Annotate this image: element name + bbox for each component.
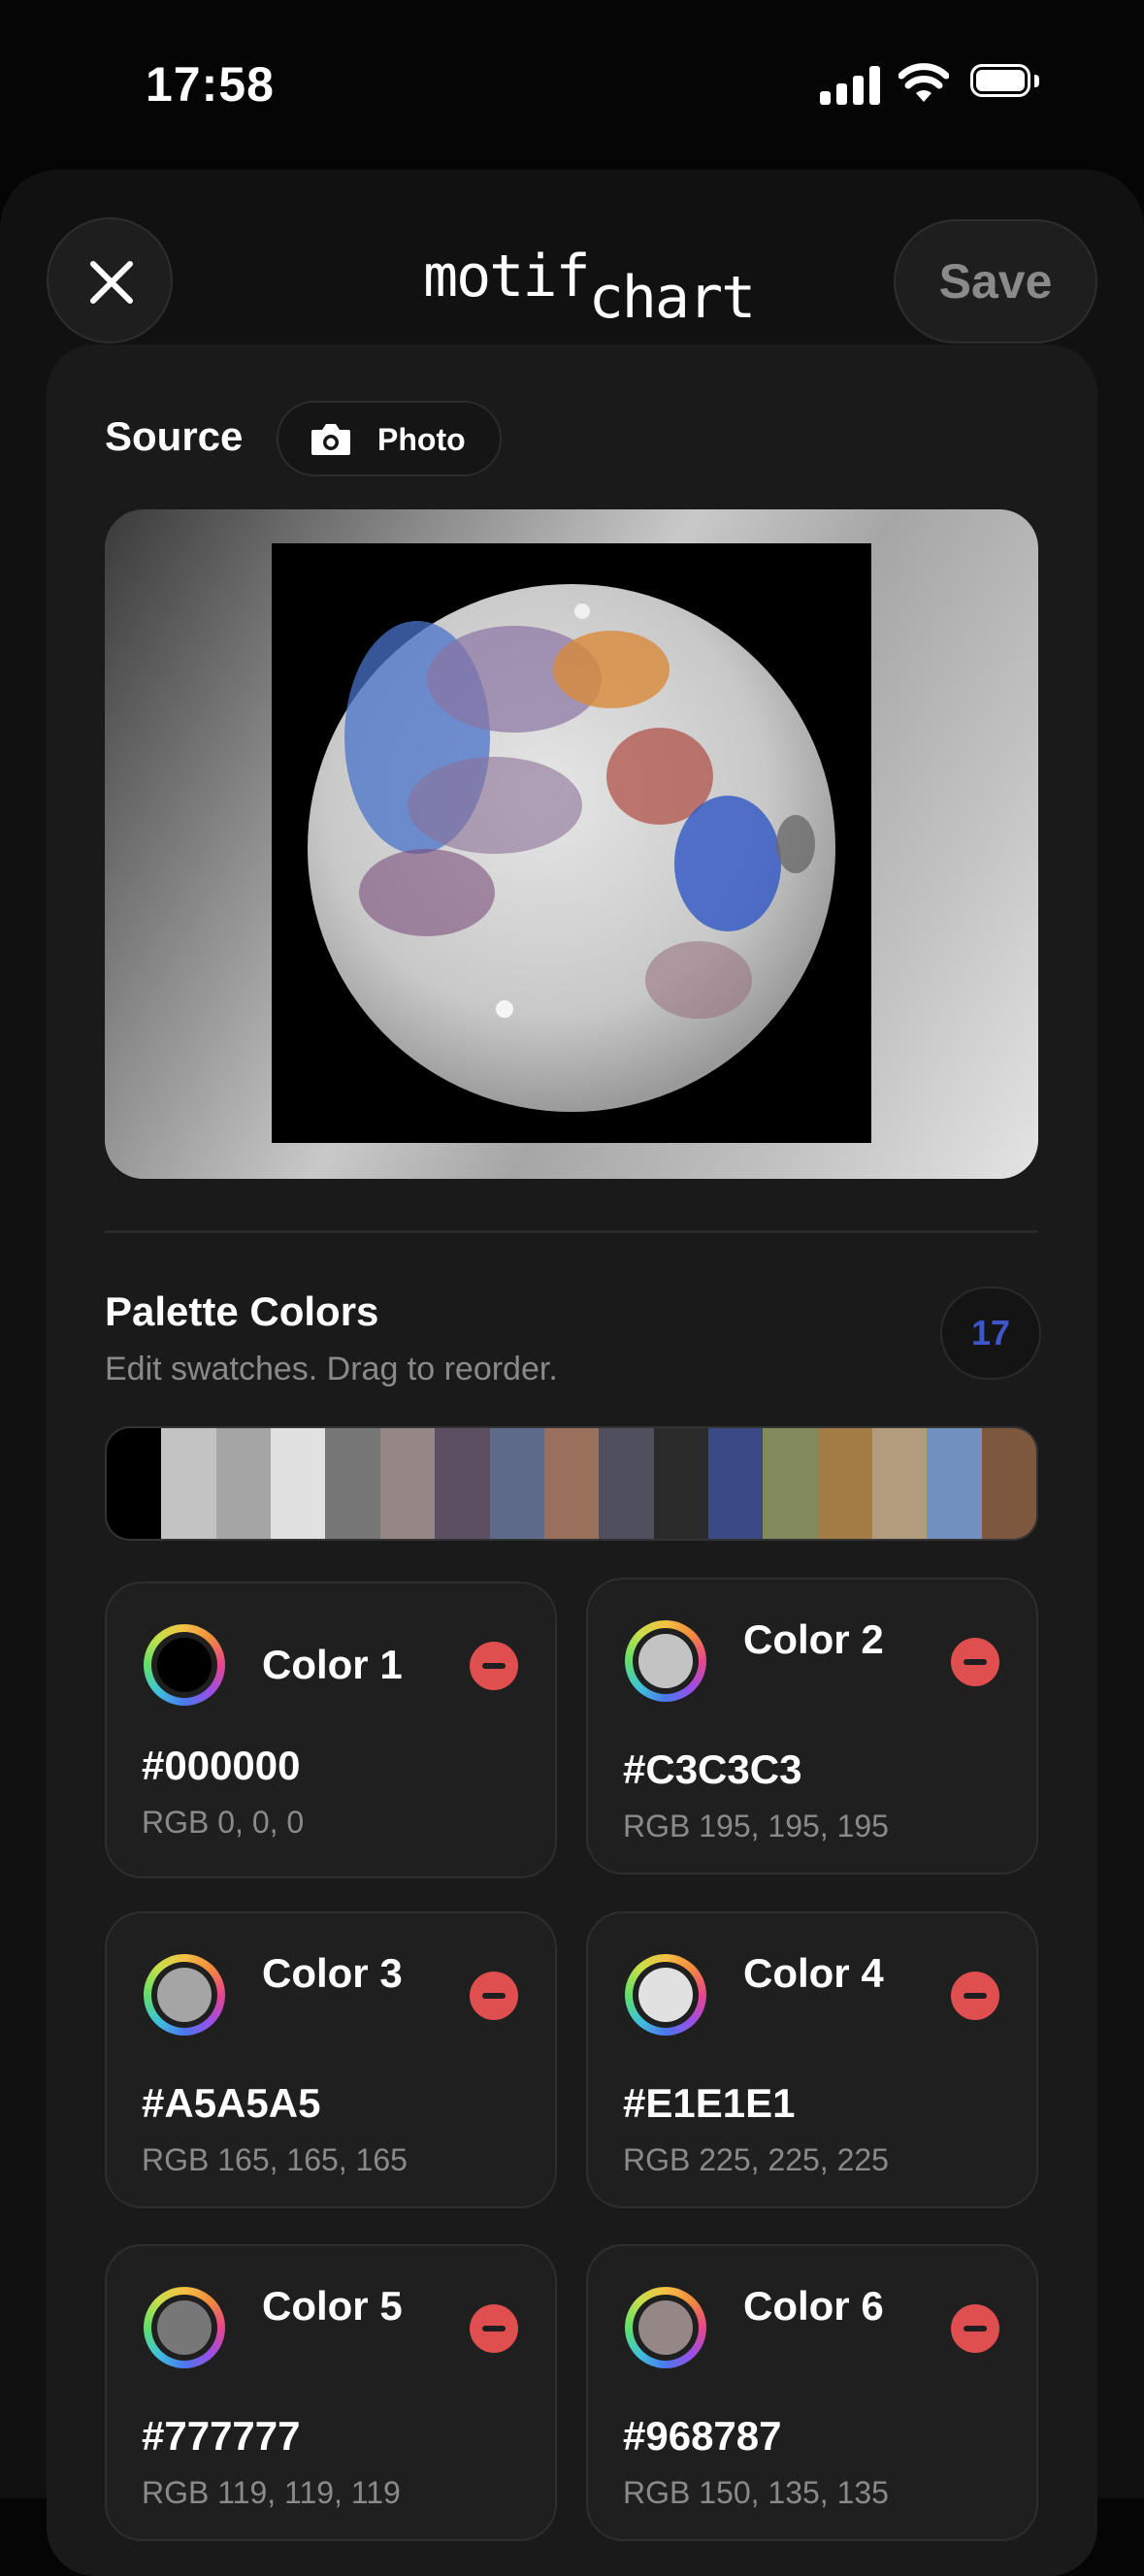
color-card[interactable]: Color 1 #000000 RGB 0, 0, 0 <box>105 1581 557 1878</box>
color-name: Color 2 <box>743 1616 884 1662</box>
remove-color-button[interactable] <box>470 2304 518 2353</box>
color-wheel-icon[interactable] <box>144 2287 225 2368</box>
color-rgb: RGB 165, 165, 165 <box>142 2142 408 2177</box>
palette-title: Palette Colors <box>105 1288 379 1334</box>
color-hex[interactable]: #968787 <box>623 2413 782 2460</box>
palette-swatch-7[interactable] <box>435 1428 490 1539</box>
color-hex[interactable]: #E1E1E1 <box>623 2080 795 2127</box>
color-card[interactable]: Color 2 #C3C3C3 RGB 195, 195, 195 <box>586 1578 1038 1875</box>
remove-color-button[interactable] <box>951 1972 999 2020</box>
color-swatch-dot <box>157 2300 212 2355</box>
remove-color-button[interactable] <box>951 1638 999 1686</box>
remove-color-button[interactable] <box>470 1972 518 2020</box>
remove-color-button[interactable] <box>470 1642 518 1690</box>
palette-swatch-15[interactable] <box>872 1428 928 1539</box>
color-name: Color 4 <box>743 1950 884 1996</box>
palette-strip[interactable] <box>105 1426 1038 1541</box>
palette-count-badge: 17 <box>940 1287 1041 1380</box>
color-name: Color 1 <box>262 1642 403 1687</box>
color-hex[interactable]: #A5A5A5 <box>142 2080 320 2127</box>
color-name: Color 6 <box>743 2283 884 2329</box>
color-swatch-dot <box>638 1634 693 1688</box>
color-wheel-icon[interactable] <box>144 1624 225 1706</box>
battery-icon <box>970 64 1040 101</box>
palette-swatch-1[interactable] <box>107 1428 162 1539</box>
color-swatch-dot <box>638 1968 693 2022</box>
close-icon <box>90 261 133 304</box>
source-label: Source <box>105 413 244 459</box>
color-card[interactable]: Color 6 #968787 RGB 150, 135, 135 <box>586 2244 1038 2541</box>
status-time: 17:58 <box>146 57 275 112</box>
color-hex[interactable]: #777777 <box>142 2413 301 2460</box>
color-name: Color 3 <box>262 1950 403 1996</box>
color-rgb: RGB 150, 135, 135 <box>623 2475 889 2510</box>
color-swatch-dot <box>157 1638 212 1692</box>
color-hex[interactable]: #C3C3C3 <box>623 1746 801 1793</box>
color-card[interactable]: Color 3 #A5A5A5 RGB 165, 165, 165 <box>105 1911 557 2208</box>
section-divider <box>105 1230 1038 1233</box>
close-button[interactable] <box>47 217 173 343</box>
color-rgb: RGB 195, 195, 195 <box>623 1809 889 1843</box>
color-rgb: RGB 0, 0, 0 <box>142 1805 305 1840</box>
photo-source-chip[interactable]: Photo <box>277 401 502 476</box>
palette-swatch-3[interactable] <box>215 1428 272 1539</box>
camera-icon <box>311 424 350 455</box>
color-swatch-dot <box>638 2300 693 2355</box>
app-logo: motifchart <box>423 243 756 332</box>
color-wheel-icon[interactable] <box>625 1620 706 1702</box>
palette-swatch-6[interactable] <box>379 1428 436 1539</box>
palette-swatch-13[interactable] <box>763 1428 818 1539</box>
logo-sub-text: chart <box>588 264 757 332</box>
color-swatch-dot <box>157 1968 212 2022</box>
palette-swatch-10[interactable] <box>599 1428 654 1539</box>
palette-swatch-9[interactable] <box>543 1428 600 1539</box>
cellular-signal-icon <box>820 66 880 105</box>
color-wheel-icon[interactable] <box>625 2287 706 2368</box>
status-bar: 17:58 <box>0 0 1144 165</box>
logo-main-text: motif <box>423 243 591 310</box>
color-card[interactable]: Color 4 #E1E1E1 RGB 225, 225, 225 <box>586 1911 1038 2208</box>
palette-swatch-14[interactable] <box>817 1428 873 1539</box>
color-wheel-icon[interactable] <box>144 1954 225 2036</box>
palette-swatch-17[interactable] <box>981 1428 1036 1539</box>
palette-swatch-16[interactable] <box>927 1428 982 1539</box>
moon-image <box>308 584 835 1112</box>
color-rgb: RGB 119, 119, 119 <box>142 2475 401 2510</box>
palette-swatch-12[interactable] <box>707 1428 764 1539</box>
palette-swatch-4[interactable] <box>271 1428 326 1539</box>
save-button[interactable]: Save <box>894 219 1097 343</box>
wifi-icon <box>899 63 949 102</box>
palette-swatch-2[interactable] <box>161 1428 216 1539</box>
photo-chip-label: Photo <box>377 422 466 457</box>
color-card[interactable]: Color 5 #777777 RGB 119, 119, 119 <box>105 2244 557 2541</box>
source-photo <box>272 543 871 1143</box>
color-hex[interactable]: #000000 <box>142 1743 301 1789</box>
palette-swatch-5[interactable] <box>325 1428 380 1539</box>
palette-swatch-8[interactable] <box>489 1428 544 1539</box>
palette-subtitle: Edit swatches. Drag to reorder. <box>105 1351 558 1387</box>
color-name: Color 5 <box>262 2283 403 2329</box>
remove-color-button[interactable] <box>951 2304 999 2353</box>
color-wheel-icon[interactable] <box>625 1954 706 2036</box>
palette-swatch-11[interactable] <box>653 1428 708 1539</box>
color-rgb: RGB 225, 225, 225 <box>623 2142 889 2177</box>
